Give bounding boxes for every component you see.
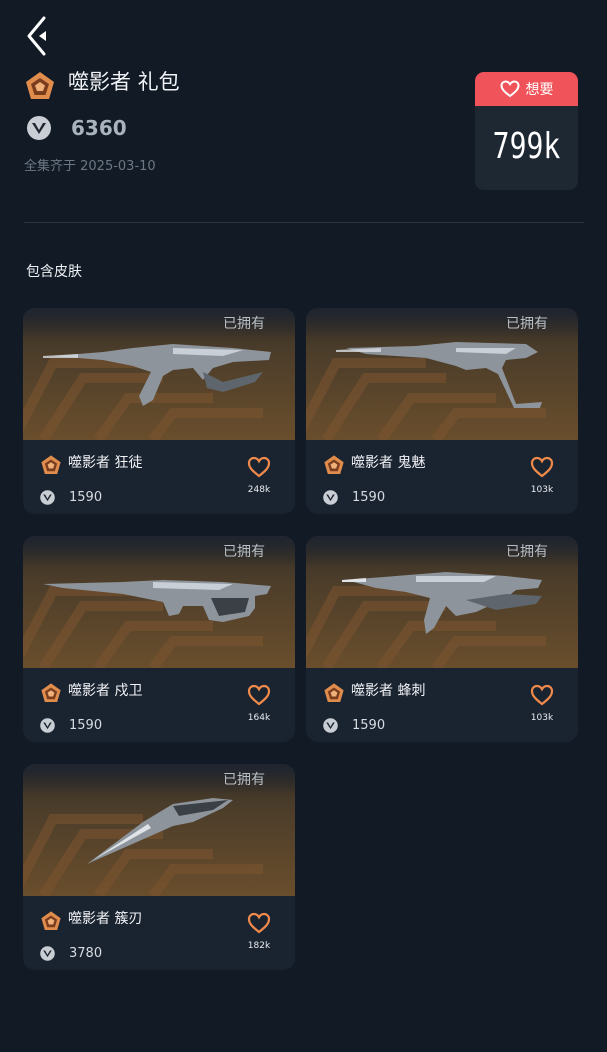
heart-icon[interactable] <box>247 684 271 706</box>
tier-icon <box>323 454 345 476</box>
vp-currency-icon <box>322 717 339 734</box>
tier-icon <box>323 682 345 704</box>
vp-currency-icon <box>25 114 53 142</box>
tier-icon <box>40 682 62 704</box>
heart-icon[interactable] <box>247 456 271 478</box>
skin-price: 1590 <box>352 718 386 733</box>
want-count: 799k <box>492 126 561 167</box>
back-arrow-icon <box>27 16 46 56</box>
want-button[interactable]: 想要 <box>475 72 578 106</box>
want-card[interactable]: 想要 799k <box>475 72 578 190</box>
skin-price: 1590 <box>352 490 386 505</box>
heart-icon[interactable] <box>530 684 554 706</box>
owned-label: 已拥有 <box>506 544 548 560</box>
tier-icon <box>40 454 62 476</box>
skin-name: 噬影者 簇刃 <box>68 911 143 927</box>
vp-currency-icon <box>322 489 339 506</box>
want-count: 103k <box>530 713 554 723</box>
collected-date: 全集齐于 2025-03-10 <box>24 159 156 174</box>
tier-icon <box>40 910 62 932</box>
tier-icon <box>24 70 56 102</box>
heart-icon[interactable] <box>530 456 554 478</box>
want-count: 164k <box>247 713 271 723</box>
bundle-title: 噬影者 礼包 <box>68 70 180 94</box>
skin-name: 噬影者 蜂刺 <box>351 683 426 699</box>
skin-price: 1590 <box>69 490 103 505</box>
heart-icon[interactable] <box>247 912 271 934</box>
skin-name: 噬影者 狂徒 <box>68 455 143 471</box>
vp-currency-icon <box>39 489 56 506</box>
skin-image: 已拥有 <box>306 308 578 440</box>
skin-price: 3780 <box>69 946 103 961</box>
owned-label: 已拥有 <box>223 544 265 560</box>
skin-image: 已拥有 <box>23 536 295 668</box>
skin-image: 已拥有 <box>306 536 578 668</box>
owned-label: 已拥有 <box>223 772 265 788</box>
skin-image: 已拥有 <box>23 308 295 440</box>
heart-icon <box>499 80 520 98</box>
owned-label: 已拥有 <box>506 316 548 332</box>
skin-price: 1590 <box>69 718 103 733</box>
want-count: 248k <box>247 485 271 495</box>
vp-currency-icon <box>39 717 56 734</box>
skin-card[interactable]: 已拥有 噬影者 簇刃 3780 182k <box>23 764 295 970</box>
skin-image: 已拥有 <box>23 764 295 896</box>
skin-name: 噬影者 鬼魅 <box>351 455 426 471</box>
skin-name: 噬影者 戍卫 <box>68 683 143 699</box>
owned-label: 已拥有 <box>223 316 265 332</box>
skin-card[interactable]: 已拥有 噬影者 蜂刺 1590 103k <box>306 536 578 742</box>
skin-card[interactable]: 已拥有 噬影者 狂徒 1590 248k <box>23 308 295 514</box>
skin-card[interactable]: 已拥有 噬影者 鬼魅 1590 103k <box>306 308 578 514</box>
bundle-price: 6360 <box>71 116 127 140</box>
want-label: 想要 <box>525 82 554 98</box>
vp-currency-icon <box>39 945 56 962</box>
back-button[interactable] <box>20 14 60 58</box>
want-count: 103k <box>530 485 554 495</box>
section-title: 包含皮肤 <box>26 264 82 280</box>
skin-card[interactable]: 已拥有 噬影者 戍卫 1590 164k <box>23 536 295 742</box>
divider <box>24 222 584 223</box>
want-count: 182k <box>247 941 271 951</box>
